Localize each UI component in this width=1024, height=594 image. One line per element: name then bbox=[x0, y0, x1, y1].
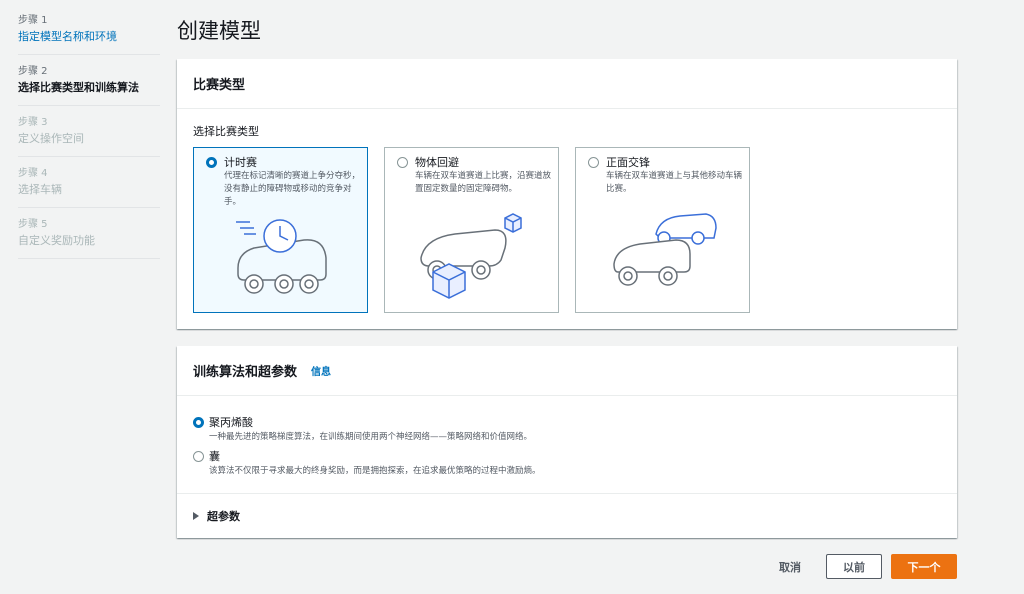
step-5: 步骤 5 自定义奖励功能 bbox=[18, 216, 160, 259]
step-number: 步骤 2 bbox=[18, 66, 48, 77]
hyperparameters-label: 超参数 bbox=[207, 510, 240, 523]
radio-button[interactable] bbox=[193, 417, 204, 428]
head-to-head-car-illustration bbox=[613, 213, 717, 286]
cancel-button[interactable]: 取消 bbox=[768, 554, 812, 579]
step-number: 步骤 5 bbox=[18, 219, 48, 230]
panel-title: 比赛类型 bbox=[193, 78, 246, 93]
previous-button[interactable]: 以前 bbox=[826, 554, 882, 579]
radio-button[interactable] bbox=[588, 157, 599, 168]
step-1[interactable]: 步骤 1 指定模型名称和环境 bbox=[18, 12, 160, 55]
card-description: 车辆在双车道赛道上比赛，沿赛道放置固定数量的固定障碍物。 bbox=[415, 171, 552, 194]
step-4: 步骤 4 选择车辆 bbox=[18, 165, 160, 208]
radio-button[interactable] bbox=[206, 157, 217, 168]
step-3: 步骤 3 定义操作空间 bbox=[18, 114, 160, 157]
card-description: 代理在标记清晰的赛道上争分夺秒，没有静止的障碍物或移动的竞争对手。 bbox=[224, 171, 361, 207]
info-link[interactable]: 信息 bbox=[311, 363, 331, 378]
radio-button[interactable] bbox=[193, 451, 204, 462]
divider bbox=[177, 493, 957, 494]
step-2: 步骤 2 选择比赛类型和训练算法 bbox=[18, 63, 160, 106]
card-title: 计时赛 bbox=[224, 156, 257, 169]
race-type-label: 选择比赛类型 bbox=[193, 125, 259, 138]
algorithm-panel: 训练算法和超参数 信息 聚丙烯酸 一种最先进的策略梯度算法，在训练期间使用两个神… bbox=[177, 346, 957, 538]
step-label: 选择车辆 bbox=[18, 183, 62, 196]
object-avoidance-car-illustration bbox=[420, 213, 522, 299]
race-card-time-trial[interactable]: 计时赛 代理在标记清晰的赛道上争分夺秒，没有静止的障碍物或移动的竞争对手。 bbox=[193, 147, 368, 313]
race-card-object-avoidance[interactable]: 物体回避 车辆在双车道赛道上比赛，沿赛道放置固定数量的固定障碍物。 bbox=[384, 147, 559, 313]
page-title: 创建模型 bbox=[177, 19, 261, 43]
step-label: 选择比赛类型和训练算法 bbox=[18, 81, 139, 94]
hyperparameters-toggle[interactable]: 超参数 bbox=[193, 508, 240, 524]
card-title: 正面交锋 bbox=[606, 156, 650, 169]
radio-button[interactable] bbox=[397, 157, 408, 168]
step-number: 步骤 3 bbox=[18, 117, 48, 128]
algorithm-name: 聚丙烯酸 bbox=[209, 416, 253, 429]
step-label: 自定义奖励功能 bbox=[18, 234, 95, 247]
step-label: 定义操作空间 bbox=[18, 132, 84, 145]
time-trial-car-illustration bbox=[236, 219, 327, 294]
caret-right-icon bbox=[193, 512, 199, 520]
next-button[interactable]: 下一个 bbox=[891, 554, 957, 579]
card-description: 车辆在双车道赛道上与其他移动车辆比赛。 bbox=[606, 171, 743, 194]
race-card-head-to-head[interactable]: 正面交锋 车辆在双车道赛道上与其他移动车辆比赛。 bbox=[575, 147, 750, 313]
algorithm-description: 该算法不仅限于寻求最大的终身奖励，而是拥抱探索，在追求最优策略的过程中激励熵。 bbox=[209, 466, 541, 476]
step-link[interactable]: 指定模型名称和环境 bbox=[18, 28, 160, 46]
step-number: 步骤 4 bbox=[18, 168, 48, 179]
wizard-steps: 步骤 1 指定模型名称和环境 步骤 2 选择比赛类型和训练算法 步骤 3 定义操… bbox=[18, 12, 160, 267]
panel-title: 训练算法和超参数 bbox=[193, 365, 298, 380]
algorithm-name: 囊 bbox=[209, 450, 220, 463]
card-title: 物体回避 bbox=[415, 156, 459, 169]
step-number: 步骤 1 bbox=[18, 15, 48, 26]
panel-header: 比赛类型 bbox=[177, 59, 957, 109]
race-type-panel: 比赛类型 选择比赛类型 计时赛 代理在标记清晰的赛道上争分夺秒，没有静止的障碍物… bbox=[177, 59, 957, 329]
algorithm-description: 一种最先进的策略梯度算法，在训练期间使用两个神经网络——策略网络和价值网络。 bbox=[209, 432, 533, 442]
panel-header: 训练算法和超参数 信息 bbox=[177, 346, 957, 396]
